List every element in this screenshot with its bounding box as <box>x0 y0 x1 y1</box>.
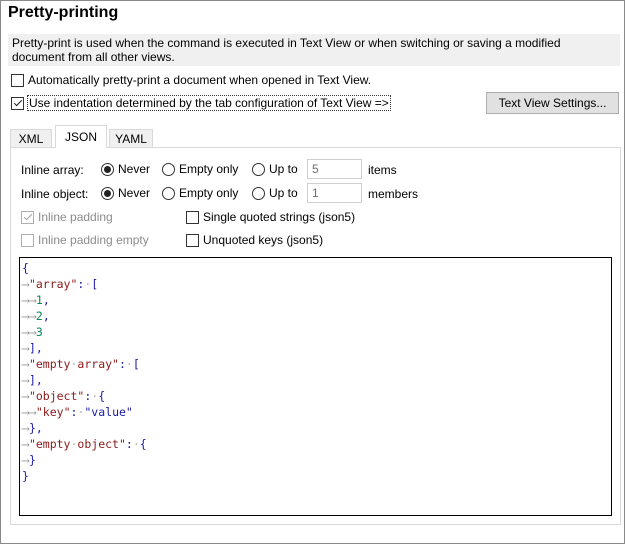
inline-array-up-to-option[interactable]: Up to <box>252 162 298 176</box>
page-title: Pretty-printing <box>8 4 119 21</box>
inline-object-never-option[interactable]: Never <box>101 186 150 200</box>
unquoted-keys-option[interactable]: Unquoted keys (json5) <box>186 233 323 247</box>
preview-line: ⟶}, <box>22 421 43 435</box>
inline-object-count-input[interactable]: 1 <box>307 183 362 203</box>
inline-padding-empty-option[interactable]: Inline padding empty <box>21 233 149 247</box>
inline-array-label: Inline array: <box>21 163 84 177</box>
inline-array-up-to-label: Up to <box>269 162 298 176</box>
inline-object-label: Inline object: <box>21 187 89 201</box>
inline-object-empty-only-radio[interactable] <box>162 186 175 200</box>
use-indentation-checkbox[interactable] <box>11 96 24 110</box>
preview-line: ⟶"empty·array":·[ <box>22 357 140 371</box>
preview-line: ⟶"object":·{ <box>22 389 106 403</box>
inline-object-up-to-label: Up to <box>269 186 298 200</box>
unquoted-keys-checkbox[interactable] <box>186 233 199 247</box>
inline-object-up-to-option[interactable]: Up to <box>252 186 298 200</box>
single-quoted-option[interactable]: Single quoted strings (json5) <box>186 210 355 224</box>
preview-line: ⟶⟶2, <box>22 309 50 323</box>
inline-array-never-label: Never <box>118 162 151 176</box>
inline-padding-checkbox[interactable] <box>21 210 34 224</box>
inline-array-up-to-radio[interactable] <box>252 162 265 176</box>
inline-object-unit-label: members <box>368 187 419 201</box>
tab-xml[interactable]: XML <box>10 129 52 147</box>
tab-json[interactable]: JSON <box>55 125 107 148</box>
preview-line: ⟶⟶1, <box>22 293 50 307</box>
json-preview[interactable]: { ⟶"array":·[ ⟶⟶1, ⟶⟶2, ⟶⟶3 ⟶], ⟶"empty·array"… <box>19 257 612 516</box>
description-text: Pretty-print is used when the command is… <box>8 34 620 66</box>
preview-line: ⟶"empty·object":·{ <box>22 437 147 451</box>
inline-array-never-option[interactable]: Never <box>101 162 150 176</box>
inline-padding-empty-checkbox[interactable] <box>21 233 34 247</box>
inline-array-unit-label: items <box>368 163 397 177</box>
inline-array-never-radio[interactable] <box>101 162 114 176</box>
single-quoted-label: Single quoted strings (json5) <box>203 210 356 224</box>
pretty-printing-dialog: Pretty-printing Pretty-print is used whe… <box>0 0 625 544</box>
inline-object-never-label: Never <box>118 186 151 200</box>
inline-padding-empty-label: Inline padding empty <box>38 233 149 247</box>
inline-padding-option[interactable]: Inline padding <box>21 210 113 224</box>
inline-array-count-input[interactable]: 5 <box>307 159 362 179</box>
auto-pretty-print-checkbox[interactable] <box>11 73 24 87</box>
inline-object-up-to-radio[interactable] <box>252 186 265 200</box>
preview-line: ⟶"array":·[ <box>22 277 99 291</box>
preview-line: { <box>22 261 29 275</box>
inline-object-empty-only-label: Empty only <box>179 186 239 200</box>
unquoted-keys-label: Unquoted keys (json5) <box>203 233 324 247</box>
inline-array-empty-only-radio[interactable] <box>162 162 175 176</box>
preview-line: ⟶⟶3 <box>22 325 43 339</box>
preview-line: ⟶⟶"key":·"value" <box>22 405 133 419</box>
auto-pretty-print-label: Automatically pretty-print a document wh… <box>28 73 372 87</box>
tab-yaml[interactable]: YAML <box>109 129 153 147</box>
use-indentation-option[interactable]: Use indentation determined by the tab co… <box>11 95 391 111</box>
inline-object-empty-only-option[interactable]: Empty only <box>162 186 238 200</box>
inline-array-empty-only-option[interactable]: Empty only <box>162 162 238 176</box>
use-indentation-label: Use indentation determined by the tab co… <box>27 95 391 111</box>
inline-object-never-radio[interactable] <box>101 186 114 200</box>
single-quoted-checkbox[interactable] <box>186 210 199 224</box>
inline-array-empty-only-label: Empty only <box>179 162 239 176</box>
preview-line: ⟶], <box>22 341 43 355</box>
inline-padding-label: Inline padding <box>38 210 113 224</box>
preview-line: ⟶} <box>22 453 36 467</box>
preview-line: ⟶], <box>22 373 43 387</box>
auto-pretty-print-option[interactable]: Automatically pretty-print a document wh… <box>11 73 371 87</box>
text-view-settings-button[interactable]: Text View Settings... <box>486 92 619 114</box>
preview-line: } <box>22 469 29 483</box>
